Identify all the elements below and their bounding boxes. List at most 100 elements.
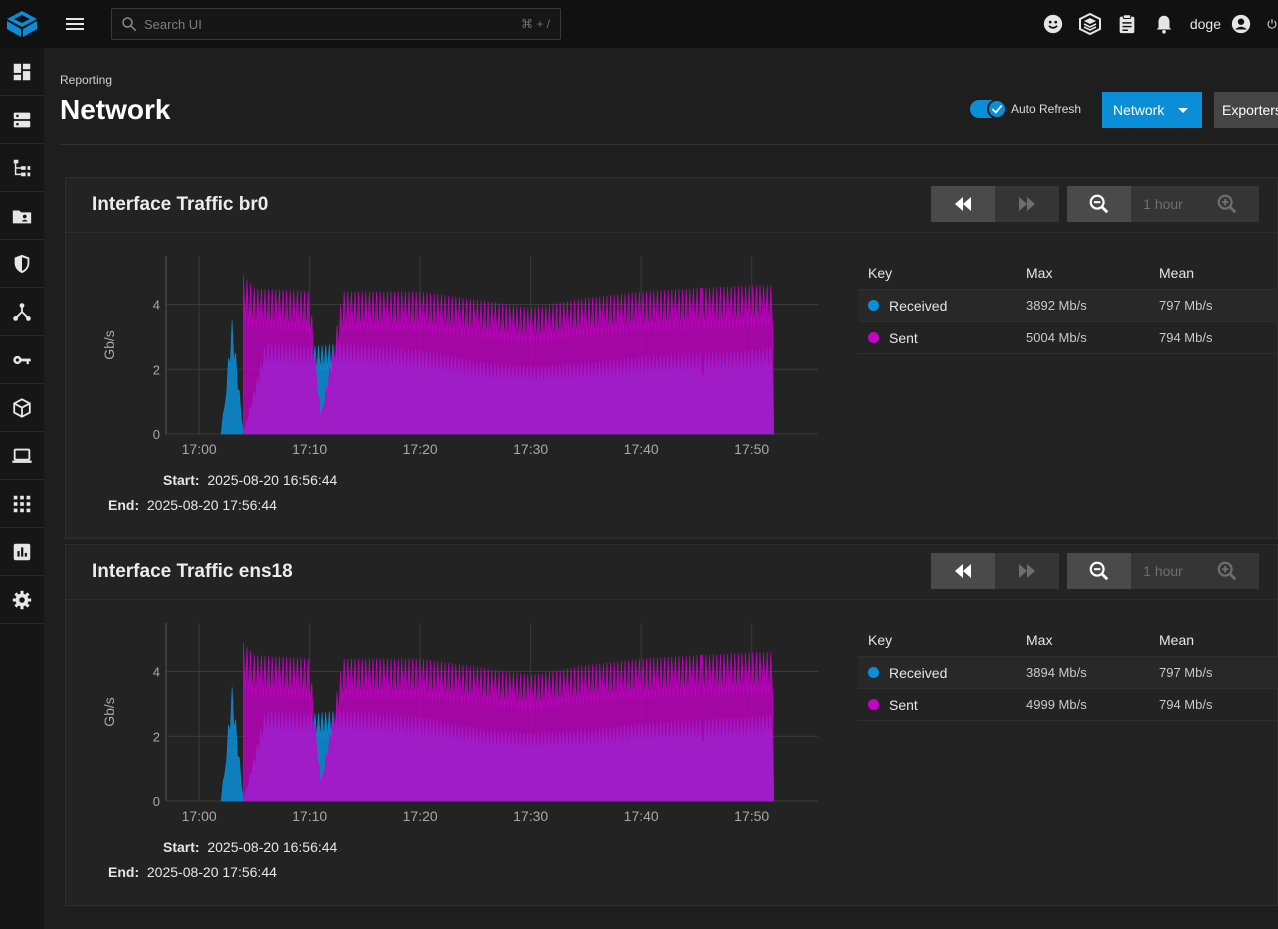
zoom-in-icon — [1217, 561, 1237, 581]
y-tick-label: 4 — [153, 665, 160, 680]
zoom-out-icon — [1089, 194, 1109, 214]
auto-refresh-toggle[interactable]: Auto Refresh — [970, 99, 1081, 119]
time-nav-controls — [931, 553, 1059, 589]
x-tick-label: 17:30 — [513, 808, 548, 824]
zoom-level-label: 1 hour — [1131, 186, 1195, 222]
y-axis-label: Gb/s — [101, 697, 117, 727]
card-title: Interface Traffic br0 — [92, 194, 269, 215]
zoom-in-button[interactable] — [1195, 186, 1259, 222]
main-content: Reporting Network Auto Refresh Network E… — [44, 48, 1278, 929]
fast-forward-icon — [1019, 197, 1035, 211]
username[interactable]: doge — [1190, 16, 1221, 32]
clipboard-icon[interactable] — [1115, 12, 1139, 36]
settings-icon[interactable] — [0, 576, 44, 624]
zoom-in-button[interactable] — [1195, 553, 1259, 589]
legend-row-sent[interactable]: Sent 5004 Mb/s 794 Mb/s — [858, 322, 1278, 354]
exporters-button-label: Exporters — [1222, 102, 1278, 118]
legend-mean: 794 Mb/s — [1159, 330, 1213, 345]
y-axis-label: Gb/s — [101, 330, 117, 360]
legend-row-sent[interactable]: Sent 4999 Mb/s 794 Mb/s — [858, 689, 1278, 721]
legend-header-key: Key — [868, 631, 893, 648]
legend-mean: 797 Mb/s — [1159, 665, 1213, 680]
system-icon[interactable] — [0, 480, 44, 528]
y-tick-label: 4 — [153, 298, 160, 313]
apps-icon[interactable] — [0, 384, 44, 432]
zoom-out-button[interactable] — [1067, 553, 1131, 589]
shares-icon[interactable] — [0, 192, 44, 240]
legend-max: 3892 Mb/s — [1026, 298, 1087, 313]
search-input[interactable]: Search UI ⌘ + / — [111, 8, 561, 40]
legend-max: 3894 Mb/s — [1026, 665, 1087, 680]
start-value: 2025-08-20 16:56:44 — [207, 839, 338, 855]
legend-mean: 797 Mb/s — [1159, 298, 1213, 313]
card-title: Interface Traffic ens18 — [92, 561, 293, 582]
power-icon[interactable] — [1266, 12, 1278, 36]
traffic-chart[interactable]: 17:00 17:10 17:20 17:30 17:40 17:50 0 2 4 Gb/s — [96, 615, 826, 835]
rewind-button[interactable] — [931, 553, 995, 589]
legend-row-received[interactable]: Received 3892 Mb/s 797 Mb/s — [858, 290, 1278, 322]
sent-dot-icon — [868, 332, 879, 343]
exporters-button[interactable]: Exporters — [1214, 92, 1278, 128]
card-divider — [66, 232, 1277, 233]
truecommand-icon[interactable] — [1078, 12, 1102, 36]
x-tick-label: 17:30 — [513, 441, 548, 457]
rewind-button[interactable] — [931, 186, 995, 222]
fast-forward-button[interactable] — [995, 553, 1059, 589]
interface-traffic-card: Interface Traffic ens18 1 hour 17:00 17:1… — [65, 544, 1278, 906]
x-tick-label: 17:40 — [624, 441, 659, 457]
credentials-icon[interactable] — [0, 336, 44, 384]
menu-toggle-icon[interactable] — [63, 12, 87, 36]
legend-series-name: Sent — [889, 329, 918, 346]
search-shortcut: ⌘ + / — [520, 17, 550, 31]
breadcrumb[interactable]: Reporting — [60, 73, 112, 87]
feedback-icon[interactable] — [1041, 12, 1065, 36]
dashboard-icon[interactable] — [0, 48, 44, 96]
caret-down-icon — [1178, 107, 1189, 113]
x-tick-label: 17:20 — [403, 808, 438, 824]
x-tick-label: 17:10 — [292, 808, 327, 824]
x-tick-label: 17:40 — [624, 808, 659, 824]
search-placeholder: Search UI — [144, 16, 202, 32]
search-icon — [122, 17, 137, 32]
storage-icon[interactable] — [0, 96, 44, 144]
end-time: End: 2025-08-20 17:56:44 — [108, 497, 277, 513]
x-tick-label: 17:00 — [182, 441, 217, 457]
end-label: End: — [108, 497, 140, 513]
reporting-icon[interactable] — [0, 528, 44, 576]
sidebar — [0, 48, 44, 929]
fast-forward-button[interactable] — [995, 186, 1059, 222]
top-bar: Search UI ⌘ + / doge — [0, 0, 1278, 48]
legend-series-name: Received — [889, 297, 948, 314]
network-button-label: Network — [1113, 102, 1165, 118]
legend-header-mean: Mean — [1159, 631, 1195, 648]
x-tick-label: 17:50 — [734, 441, 769, 457]
network-dropdown-button[interactable]: Network — [1102, 92, 1202, 128]
legend-mean: 794 Mb/s — [1159, 697, 1213, 712]
x-tick-label: 17:00 — [182, 808, 217, 824]
truenas-logo-icon[interactable] — [0, 0, 44, 48]
toggle-track — [970, 99, 1007, 119]
received-dot-icon — [868, 300, 879, 311]
x-tick-label: 17:10 — [292, 441, 327, 457]
legend-header-max: Max — [1026, 631, 1053, 648]
zoom-level-label: 1 hour — [1131, 553, 1195, 589]
zoom-controls: 1 hour — [1067, 553, 1259, 589]
account-icon[interactable] — [1229, 12, 1253, 36]
start-label: Start: — [163, 839, 200, 855]
received-dot-icon — [868, 667, 879, 678]
datasets-icon[interactable] — [0, 144, 44, 192]
start-time: Start: 2025-08-20 16:56:44 — [163, 472, 337, 488]
y-tick-label: 2 — [153, 362, 160, 377]
zoom-out-button[interactable] — [1067, 186, 1131, 222]
y-tick-label: 0 — [153, 794, 160, 809]
legend-row-received[interactable]: Received 3894 Mb/s 797 Mb/s — [858, 657, 1278, 689]
x-tick-label: 17:50 — [734, 808, 769, 824]
legend-series-name: Received — [889, 664, 948, 681]
data-protection-icon[interactable] — [0, 240, 44, 288]
traffic-chart[interactable]: 17:00 17:10 17:20 17:30 17:40 17:50 0 2 4 Gb/s — [96, 248, 826, 468]
network-icon[interactable] — [0, 288, 44, 336]
rewind-icon — [955, 564, 971, 578]
bell-icon[interactable] — [1152, 12, 1176, 36]
virtualization-icon[interactable] — [0, 432, 44, 480]
legend-header-key: Key — [868, 264, 893, 281]
